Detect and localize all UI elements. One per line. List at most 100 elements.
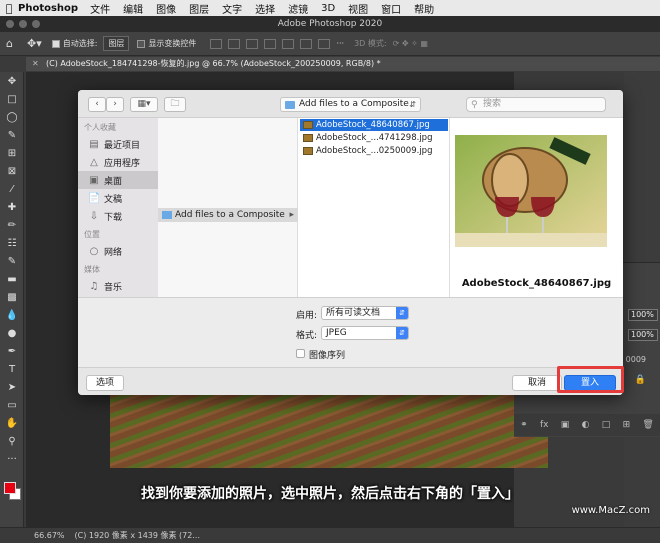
layer-name-partial[interactable]: 0009 <box>626 355 646 364</box>
mode-3d-label: 3D 模式: <box>354 39 387 48</box>
file-row[interactable]: AdobeStock_...0250009.jpg <box>300 145 448 157</box>
hand-tool-icon[interactable]: ✋ <box>0 414 24 432</box>
menu-filter[interactable]: 滤镜 <box>288 1 308 16</box>
shape-tool-icon[interactable]: ▭ <box>0 396 24 414</box>
checkbox-icon <box>51 39 60 48</box>
sidebar-item-documents[interactable]: 📄 文稿 <box>78 189 158 207</box>
path-select-icon[interactable]: ➤ <box>0 378 24 396</box>
pen-tool-icon[interactable]: ✒ <box>0 342 24 360</box>
apple-icon[interactable]:  <box>0 2 18 15</box>
align-bottom-icon[interactable] <box>300 38 313 49</box>
adjustment-icon[interactable]: ◐ <box>582 420 590 430</box>
location-popup[interactable]: Add files to a Composite ⇵ <box>280 97 421 112</box>
fill-field[interactable]: 100% <box>628 329 658 341</box>
align-center-icon[interactable] <box>228 38 241 49</box>
applications-icon: △ <box>90 156 98 168</box>
sidebar-item-applications[interactable]: △ 应用程序 <box>78 153 158 171</box>
forward-button[interactable]: › <box>106 97 124 112</box>
marquee-tool-icon[interactable]: □ <box>0 90 24 108</box>
menu-select[interactable]: 选择 <box>255 1 275 16</box>
menu-3d[interactable]: 3D <box>321 3 335 14</box>
sidebar-item-downloads[interactable]: ⇩ 下载 <box>78 207 158 225</box>
menu-window[interactable]: 窗口 <box>381 1 401 16</box>
folder-row-add-files[interactable]: Add files to a Composite ▸ <box>158 208 298 222</box>
trash-icon[interactable]: 🗑 <box>642 420 653 430</box>
auto-select-dropdown[interactable]: 图层 <box>103 36 130 51</box>
eyedropper-icon[interactable]: ⁄ <box>0 180 24 198</box>
file-row[interactable]: AdobeStock_48640867.jpg <box>300 119 448 131</box>
brush-tool-icon[interactable]: ✏ <box>0 216 24 234</box>
app-menu[interactable]: Photoshop <box>18 3 78 14</box>
menu-help[interactable]: 帮助 <box>414 1 434 16</box>
align-middle-icon[interactable] <box>282 38 295 49</box>
close-tab-icon[interactable]: ✕ <box>32 57 39 71</box>
cancel-button[interactable]: 取消 <box>512 375 562 391</box>
image-sequence-checkbox[interactable] <box>296 349 305 358</box>
watermark: www.MacZ.com <box>571 505 650 516</box>
file-row[interactable]: AdobeStock_...4741298.jpg <box>300 132 448 144</box>
mask-icon[interactable]: ▣ <box>561 420 570 430</box>
eraser-icon[interactable]: ▬ <box>0 270 24 288</box>
menu-image[interactable]: 图像 <box>156 1 176 16</box>
view-mode-button[interactable]: ▦▾ <box>130 97 158 112</box>
zoom-level[interactable]: 66.67% <box>34 531 65 540</box>
favorites-header: 个人收藏 <box>84 123 116 132</box>
options-button[interactable]: 选项 <box>86 375 124 391</box>
link-layers-icon[interactable]: ⚭ <box>520 420 528 430</box>
chevron-right-icon: ▸ <box>289 210 294 220</box>
align-right-icon[interactable] <box>246 38 259 49</box>
distribute-icon[interactable] <box>318 38 331 49</box>
menu-layer[interactable]: 图层 <box>189 1 209 16</box>
format-label: 格式: <box>296 331 318 341</box>
gradient-icon[interactable]: ▩ <box>0 288 24 306</box>
type-tool-icon[interactable]: T <box>0 360 24 378</box>
search-input[interactable]: ⚲ 搜索 <box>466 97 606 112</box>
sidebar-item-music[interactable]: ♫ 音乐 <box>78 277 158 295</box>
back-button[interactable]: ‹ <box>88 97 106 112</box>
move-tool-icon[interactable]: ✥ <box>0 72 24 90</box>
align-top-icon[interactable] <box>264 38 277 49</box>
desktop-icon: ▣ <box>89 174 99 186</box>
tools-panel: ✥ □ ◯ ✎ ⊞ ⊠ ⁄ ✚ ✏ ☷ ✎ ▬ ▩ 💧 ● ✒ T ➤ ▭ ✋ … <box>0 72 24 527</box>
new-layer-icon[interactable]: ⊞ <box>623 420 631 430</box>
home-icon[interactable]: ⌂ <box>6 37 13 50</box>
menu-type[interactable]: 文字 <box>222 1 242 16</box>
new-folder-button[interactable]: 🗀 <box>164 97 186 112</box>
fx-icon[interactable]: fx <box>540 420 549 430</box>
image-sequence-label: 图像序列 <box>309 351 346 361</box>
frame-tool-icon[interactable]: ⊠ <box>0 162 24 180</box>
window-controls[interactable] <box>6 20 40 28</box>
lasso-tool-icon[interactable]: ◯ <box>0 108 24 126</box>
enable-select[interactable]: 所有可读文档 ⇵ <box>321 306 409 320</box>
sidebar-item-label: 下载 <box>104 212 123 223</box>
sidebar-item-network[interactable]: ○ 网络 <box>78 242 158 260</box>
format-select[interactable]: JPEG ⇵ <box>321 326 409 340</box>
dialog-toolbar: ‹ › ▦▾ 🗀 Add files to a Composite ⇵ ⚲ 搜索 <box>78 90 623 118</box>
opacity-field[interactable]: 100% <box>628 309 658 321</box>
quick-select-icon[interactable]: ✎ <box>0 126 24 144</box>
clone-stamp-icon[interactable]: ☷ <box>0 234 24 252</box>
zoom-tool-icon[interactable]: ⚲ <box>0 432 24 450</box>
history-brush-icon[interactable]: ✎ <box>0 252 24 270</box>
document-tab[interactable]: ✕ (C) AdobeStock_184741298-恢复的.jpg @ 66.… <box>26 57 660 71</box>
auto-select-checkbox[interactable]: 自动选择: <box>51 38 97 49</box>
transform-controls-checkbox[interactable]: 显示变换控件 <box>137 38 196 49</box>
rotate-3d-icon[interactable]: ⟳ ✥ ✧ ▦ <box>393 39 428 48</box>
document-info: (C) 1920 像素 x 1439 像素 (72... <box>74 531 200 540</box>
healing-brush-icon[interactable]: ✚ <box>0 198 24 216</box>
lock-icon: 🔒 <box>634 375 646 385</box>
align-left-icon[interactable] <box>210 38 223 49</box>
blur-tool-icon[interactable]: 💧 <box>0 306 24 324</box>
more-tools-icon[interactable]: ··· <box>0 450 24 468</box>
more-icon[interactable]: ··· <box>336 39 344 48</box>
menu-edit[interactable]: 编辑 <box>123 1 143 16</box>
move-tool-icon[interactable]: ✥▾ <box>27 37 42 50</box>
group-icon[interactable]: □ <box>602 420 611 430</box>
dodge-tool-icon[interactable]: ● <box>0 324 24 342</box>
sidebar-item-desktop[interactable]: ▣ 桌面 <box>78 171 158 189</box>
chevron-updown-icon: ⇵ <box>409 100 416 109</box>
menu-file[interactable]: 文件 <box>90 1 110 16</box>
sidebar-item-recents[interactable]: ▤ 最近项目 <box>78 135 158 153</box>
crop-tool-icon[interactable]: ⊞ <box>0 144 24 162</box>
menu-view[interactable]: 视图 <box>348 1 368 16</box>
